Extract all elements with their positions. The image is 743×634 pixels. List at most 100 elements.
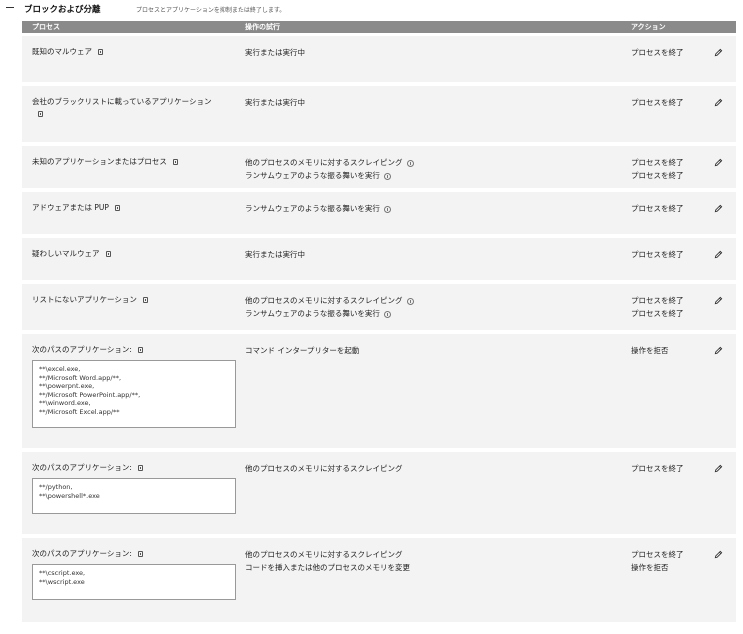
path-list-box[interactable]: **/python, **\powershell*.exe (32, 478, 236, 514)
copy-icon[interactable] (114, 205, 120, 211)
operation-line: 実行または実行中 (245, 46, 305, 59)
operation-line: 実行または実行中 (245, 96, 305, 109)
pencil-edit-icon[interactable] (714, 346, 723, 355)
process-cell: 次のパスのアプリケーション: (32, 462, 232, 474)
copy-icon[interactable] (137, 347, 143, 353)
operation-cell: 他のプロセスのメモリに対するスクレイピング ランサムウェアのような振る舞いを実行 (245, 156, 414, 182)
action-label: 操作を拒否 (631, 346, 669, 355)
copy-icon[interactable] (137, 465, 143, 471)
operation-label: ランサムウェアのような振る舞いを実行 (245, 204, 380, 213)
operation-label: 他のプロセスのメモリに対するスクレイピング (245, 550, 403, 559)
operation-cell: コマンド インタープリターを起動 (245, 344, 359, 357)
action-cell: プロセスを終了 (631, 248, 684, 261)
info-icon[interactable] (406, 159, 414, 167)
pencil-edit-icon[interactable] (714, 204, 723, 213)
process-label: 次のパスのアプリケーション: (32, 549, 132, 558)
copy-icon[interactable] (142, 297, 148, 303)
operation-line: 他のプロセスのメモリに対するスクレイピング (245, 548, 410, 561)
operation-cell: 他のプロセスのメモリに対するスクレイピングコードを挿入または他のプロセスのメモリ… (245, 548, 410, 574)
info-icon[interactable] (383, 172, 391, 180)
table-header: プロセス 操作の試行 アクション (22, 21, 736, 33)
process-label: 疑わしいマルウェア (32, 249, 100, 258)
process-cell: 次のパスのアプリケーション: (32, 548, 232, 560)
process-cell: 疑わしいマルウェア (32, 248, 232, 260)
process-label: リストにないアプリケーション (32, 295, 137, 304)
process-label: 次のパスのアプリケーション: (32, 345, 132, 354)
table-row: リストにないアプリケーション 他のプロセスのメモリに対するスクレイピング ランサムウ… (22, 284, 736, 334)
info-icon[interactable] (406, 297, 414, 305)
operation-label: ランサムウェアのような振る舞いを実行 (245, 309, 380, 318)
operation-line: 他のプロセスのメモリに対するスクレイピング (245, 294, 414, 307)
table-row: 未知のアプリケーションまたはプロセス 他のプロセスのメモリに対するスクレイピングラ… (22, 146, 736, 192)
path-entry: **/python, (39, 483, 73, 491)
table-row: 会社のブラックリストに載っているアプリケーション 実行または実行中 プロセスを終了 (22, 86, 736, 146)
operation-label: 他のプロセスのメモリに対するスクレイピング (245, 158, 403, 167)
process-cell: 次のパスのアプリケーション: (32, 344, 232, 356)
operation-label: コマンド インタープリターを起動 (245, 346, 360, 355)
action-cell: 操作を拒否 (631, 344, 669, 357)
info-icon[interactable] (383, 205, 391, 213)
pencil-edit-icon[interactable] (714, 158, 723, 167)
operation-cell: ランサムウェアのような振る舞いを実行 (245, 202, 391, 215)
path-entry: **/Microsoft PowerPoint.app/**, (39, 390, 141, 399)
section-header: ブロックおよび分離 プロセスとアプリケーションを抑制または終了します。 (0, 0, 743, 20)
operation-label: 他のプロセスのメモリに対するスクレイピング (245, 464, 403, 473)
process-cell: 未知のアプリケーションまたはプロセス (32, 156, 232, 168)
path-list-box[interactable]: **\excel.exe, **/Microsoft Word.app/**, **… (32, 360, 236, 428)
copy-icon[interactable] (38, 111, 43, 117)
operation-line: 他のプロセスのメモリに対するスクレイピング (245, 156, 414, 169)
path-entry: **\powerpnt.exe, (39, 382, 95, 390)
action-label: プロセスを終了 (631, 464, 684, 473)
path-entry: **\cscript.exe, (39, 569, 86, 577)
table-row: 次のパスのアプリケーション: **\excel.exe, **/Microsoft … (22, 334, 736, 452)
operation-cell: 実行または実行中 (245, 96, 305, 109)
pencil-edit-icon[interactable] (714, 296, 723, 305)
process-cell: 会社のブラックリストに載っているアプリケーション (32, 96, 212, 120)
info-icon[interactable] (383, 310, 391, 318)
process-cell: リストにないアプリケーション (32, 294, 232, 306)
path-entry: **\winword.exe, (39, 399, 91, 407)
operation-label: ランサムウェアのような振る舞いを実行 (245, 171, 380, 180)
collapse-minus-icon[interactable] (6, 7, 14, 8)
pencil-edit-icon[interactable] (714, 464, 723, 473)
copy-icon[interactable] (105, 251, 111, 257)
path-entry: **\wscript.exe (39, 577, 85, 586)
process-label: アドウェアまたは PUP (32, 203, 109, 212)
operation-label: 実行または実行中 (245, 98, 305, 107)
copy-icon[interactable] (137, 551, 143, 557)
action-label: プロセスを終了 (631, 171, 684, 180)
pencil-edit-icon[interactable] (714, 550, 723, 559)
path-entry: **\powershell*.exe (39, 491, 100, 500)
action-cell: プロセスを終了 プロセスを終了 (631, 156, 684, 182)
action-cell: プロセスを終了 プロセスを終了 (631, 294, 684, 320)
operation-label: 実行または実行中 (245, 250, 305, 259)
section-description: プロセスとアプリケーションを抑制または終了します。 (136, 7, 286, 14)
action-cell: プロセスを終了 操作を拒否 (631, 548, 684, 574)
action-label: 操作を拒否 (631, 563, 669, 572)
pencil-edit-icon[interactable] (714, 48, 723, 57)
pencil-edit-icon[interactable] (714, 98, 723, 107)
path-entry: **/Microsoft Word.app/**, (39, 373, 122, 382)
table-row: 次のパスのアプリケーション: **/python, **\powershell*.e… (22, 452, 736, 538)
path-list-box[interactable]: **\cscript.exe, **\wscript.exe (32, 564, 236, 600)
column-header-operation: 操作の試行 (245, 23, 280, 31)
operation-line: 他のプロセスのメモリに対するスクレイピング (245, 462, 403, 475)
copy-icon[interactable] (98, 49, 103, 55)
operation-line: ランサムウェアのような振る舞いを実行 (245, 307, 414, 320)
operation-line: コードを挿入または他のプロセスのメモリを変更 (245, 561, 410, 574)
operation-label: 他のプロセスのメモリに対するスクレイピング (245, 296, 403, 305)
action-label: プロセスを終了 (631, 550, 684, 559)
process-label: 既知のマルウェア (32, 47, 92, 56)
operation-cell: 他のプロセスのメモリに対するスクレイピング ランサムウェアのような振る舞いを実行 (245, 294, 414, 320)
operation-line: ランサムウェアのような振る舞いを実行 (245, 169, 414, 182)
operation-line: コマンド インタープリターを起動 (245, 344, 359, 357)
column-header-process: プロセス (32, 23, 60, 31)
table-row: 既知のマルウェア 実行または実行中 プロセスを終了 (22, 36, 736, 86)
operation-line: 実行または実行中 (245, 248, 305, 261)
pencil-edit-icon[interactable] (714, 250, 723, 259)
action-label: プロセスを終了 (631, 296, 684, 305)
action-label: プロセスを終了 (631, 158, 684, 167)
section-title: ブロックおよび分離 (24, 5, 101, 15)
copy-icon[interactable] (172, 159, 178, 165)
operation-cell: 他のプロセスのメモリに対するスクレイピング (245, 462, 403, 475)
